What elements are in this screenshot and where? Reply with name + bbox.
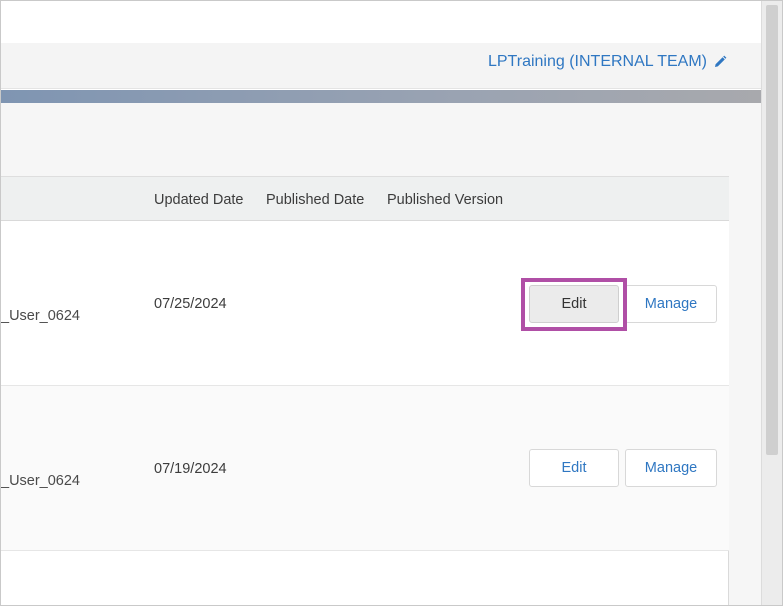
manage-button[interactable]: Manage	[625, 285, 717, 323]
column-header-published-date[interactable]: Published Date	[266, 192, 364, 208]
top-header: LPTraining (INTERNAL TEAM)	[1, 43, 763, 89]
table-row: _User_0624 07/25/2024 Edit Manage	[1, 221, 729, 386]
manage-button[interactable]: Manage	[625, 449, 717, 487]
projects-table: Updated Date Published Date Published Ve…	[1, 176, 729, 605]
pencil-icon[interactable]	[713, 55, 727, 69]
column-header-published-version[interactable]: Published Version	[387, 192, 503, 208]
owner-cell: _User_0624	[1, 308, 80, 324]
org-name: LPTraining (INTERNAL TEAM)	[487, 53, 707, 70]
table-header: Updated Date Published Date Published Ve…	[1, 176, 729, 221]
vertical-scrollbar[interactable]	[761, 1, 782, 605]
scrollbar-thumb[interactable]	[766, 5, 778, 455]
org-switcher-link[interactable]: LPTraining (INTERNAL TEAM)	[488, 53, 727, 71]
updated-date-cell: 07/19/2024	[154, 461, 227, 477]
updated-date-cell: 07/25/2024	[154, 296, 227, 312]
app-window: LPTraining (INTERNAL TEAM) Updated Date …	[0, 0, 783, 606]
column-header-updated-date[interactable]: Updated Date	[154, 192, 243, 208]
table-row: _User_0624 07/19/2024 Edit Manage	[1, 386, 729, 551]
accent-bar	[1, 90, 763, 103]
edit-button[interactable]: Edit	[529, 449, 619, 487]
edit-button[interactable]: Edit	[529, 285, 619, 323]
owner-cell: _User_0624	[1, 473, 80, 489]
